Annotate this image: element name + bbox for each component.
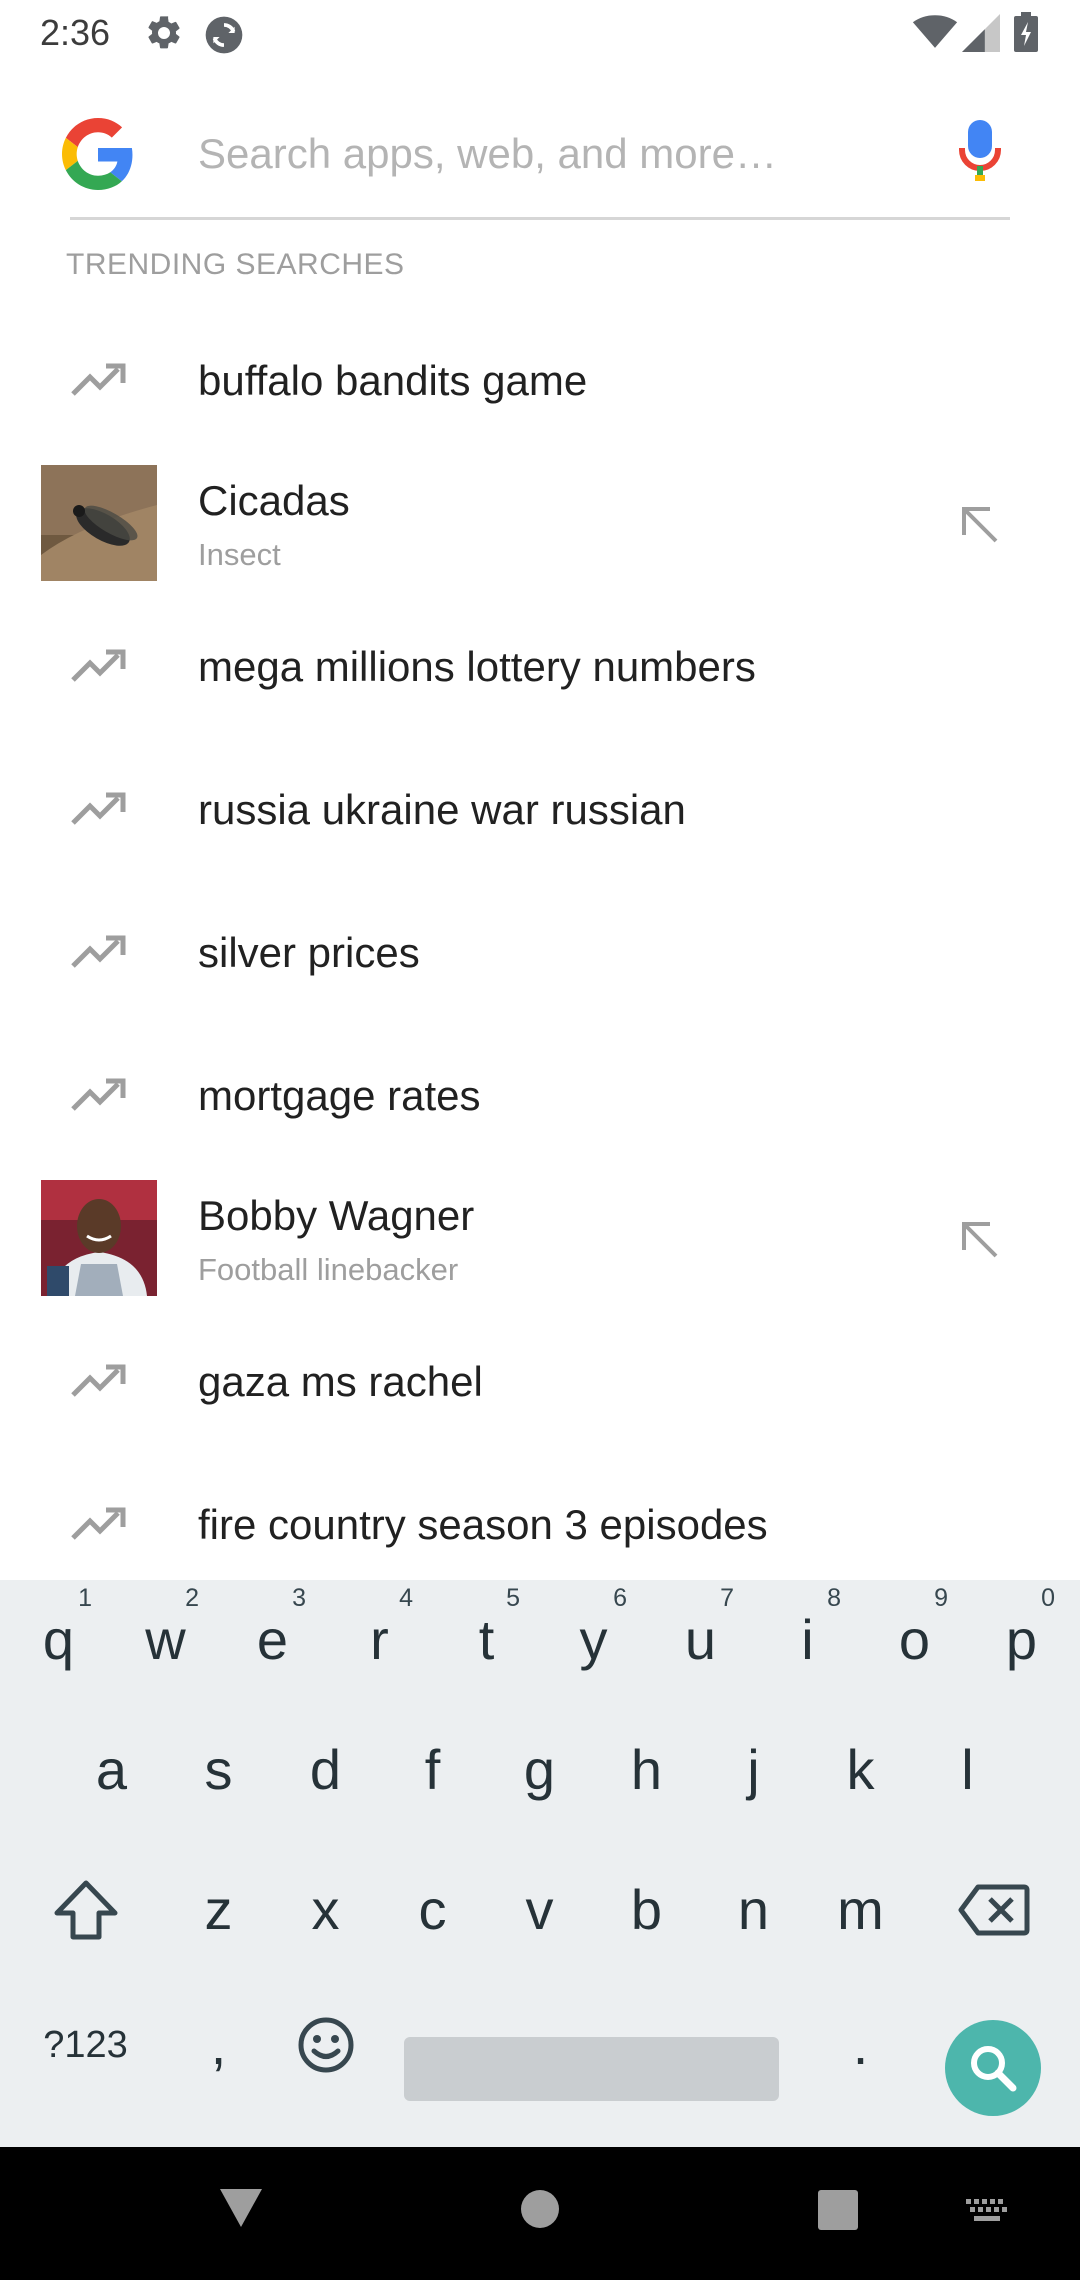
shift-icon — [54, 1880, 117, 1940]
trending-query: mortgage rates — [198, 1072, 481, 1119]
search-underline — [70, 217, 1010, 220]
trending-query: buffalo bandits game — [198, 357, 588, 404]
key-hint: 3 — [292, 1584, 306, 1612]
sync-icon — [205, 16, 243, 54]
symbols-key[interactable]: ?123 — [32, 1985, 139, 2105]
key-g[interactable]: g — [486, 1710, 593, 1830]
comma-key[interactable]: , — [165, 1985, 272, 2105]
emoji-icon — [298, 2017, 353, 2073]
back-icon[interactable] — [218, 2187, 264, 2229]
key-hint: 7 — [720, 1584, 734, 1612]
trending-item[interactable]: mortgage rates — [0, 1025, 1080, 1168]
search-input[interactable] — [198, 124, 918, 184]
key-v[interactable]: v — [486, 1850, 593, 1970]
bobby-wagner-thumbnail — [41, 1180, 157, 1296]
search-action-key[interactable] — [945, 2020, 1041, 2116]
gear-icon — [148, 16, 180, 49]
key-o[interactable]: o9 — [861, 1580, 968, 1700]
trending-item[interactable]: gaza ms rachel — [0, 1311, 1080, 1454]
fill-query-arrow-icon[interactable] — [958, 503, 1002, 547]
search-icon — [971, 2046, 1017, 2092]
search-bar — [0, 84, 1080, 224]
trending-up-icon — [71, 1364, 126, 1397]
trending-up-icon — [71, 1078, 126, 1111]
backspace-key[interactable] — [940, 1850, 1047, 1970]
key-y[interactable]: y6 — [540, 1580, 647, 1700]
trending-item[interactable]: russia ukraine war russian — [0, 739, 1080, 882]
trending-entity-item[interactable]: Bobby Wagner Football linebacker — [0, 1168, 1080, 1311]
key-e[interactable]: e3 — [219, 1580, 326, 1700]
key-i[interactable]: i8 — [754, 1580, 861, 1700]
trending-up-icon — [71, 1507, 126, 1540]
key-z[interactable]: z — [165, 1850, 272, 1970]
key-x[interactable]: x — [272, 1850, 379, 1970]
key-u[interactable]: u7 — [647, 1580, 754, 1700]
trending-entity-item[interactable]: Cicadas Insect — [0, 453, 1080, 596]
trending-query: russia ukraine war russian — [198, 786, 686, 833]
key-hint: 6 — [613, 1584, 627, 1612]
key-hint: 9 — [934, 1584, 948, 1612]
key-f[interactable]: f — [379, 1710, 486, 1830]
key-hint: 4 — [399, 1584, 413, 1612]
key-a[interactable]: a — [58, 1710, 165, 1830]
trending-item[interactable]: mega millions lottery numbers — [0, 596, 1080, 739]
key-b[interactable]: b — [593, 1850, 700, 1970]
key-hint: 2 — [185, 1584, 199, 1612]
key-w[interactable]: w2 — [112, 1580, 219, 1700]
key-l[interactable]: l — [914, 1710, 1021, 1830]
keyboard-switch-icon[interactable] — [966, 2199, 1008, 2225]
trending-header: TRENDING SEARCHES — [66, 248, 405, 281]
backspace-icon — [958, 1884, 1029, 1936]
trending-query: silver prices — [198, 929, 420, 976]
status-time: 2:36 — [40, 12, 111, 53]
emoji-key[interactable] — [272, 1985, 379, 2105]
key-k[interactable]: k — [807, 1710, 914, 1830]
trending-up-icon — [71, 792, 126, 825]
signal-icon — [962, 14, 1000, 52]
key-hint: 5 — [506, 1584, 520, 1612]
period-key[interactable]: . — [807, 1985, 914, 2105]
trending-query: fire country season 3 episodes — [198, 1501, 768, 1548]
navigation-bar — [0, 2147, 1080, 2280]
battery-icon — [1014, 12, 1038, 52]
trending-up-icon — [71, 935, 126, 968]
key-m[interactable]: m — [807, 1850, 914, 1970]
recents-icon[interactable] — [818, 2190, 858, 2230]
google-g-icon[interactable] — [62, 118, 134, 190]
cicada-thumbnail — [41, 465, 157, 581]
trending-item[interactable]: buffalo bandits game — [0, 310, 1080, 453]
key-n[interactable]: n — [700, 1850, 807, 1970]
trending-up-icon — [71, 363, 126, 396]
entity-title: Cicadas — [198, 477, 350, 524]
wifi-icon — [912, 15, 958, 48]
key-d[interactable]: d — [272, 1710, 379, 1830]
key-hint: 1 — [78, 1584, 92, 1612]
key-h[interactable]: h — [593, 1710, 700, 1830]
entity-subtitle: Football linebacker — [198, 1252, 459, 1287]
key-s[interactable]: s — [165, 1710, 272, 1830]
status-bar: 2:36 — [0, 0, 1080, 66]
home-icon[interactable] — [520, 2189, 560, 2229]
fill-query-arrow-icon[interactable] — [958, 1218, 1002, 1262]
key-j[interactable]: j — [700, 1710, 807, 1830]
keyboard: q1 w2 e3 r4 t5 y6 u7 i8 o9 p0 a s d f g … — [0, 1580, 1080, 2147]
key-t[interactable]: t5 — [433, 1580, 540, 1700]
shift-key[interactable] — [32, 1850, 139, 1970]
key-hint: 0 — [1041, 1584, 1055, 1612]
trending-up-icon — [71, 649, 126, 682]
key-q[interactable]: q1 — [5, 1580, 112, 1700]
key-c[interactable]: c — [379, 1850, 486, 1970]
trending-item[interactable]: fire country season 3 episodes — [0, 1454, 1080, 1597]
space-bar[interactable] — [404, 2037, 779, 2101]
microphone-icon[interactable] — [958, 120, 1002, 182]
key-r[interactable]: r4 — [326, 1580, 433, 1700]
entity-title: Bobby Wagner — [198, 1192, 475, 1239]
key-hint: 8 — [827, 1584, 841, 1612]
trending-item[interactable]: silver prices — [0, 882, 1080, 1025]
trending-query: mega millions lottery numbers — [198, 643, 756, 690]
trending-query: gaza ms rachel — [198, 1358, 483, 1405]
entity-subtitle: Insect — [198, 537, 281, 572]
key-p[interactable]: p0 — [968, 1580, 1075, 1700]
